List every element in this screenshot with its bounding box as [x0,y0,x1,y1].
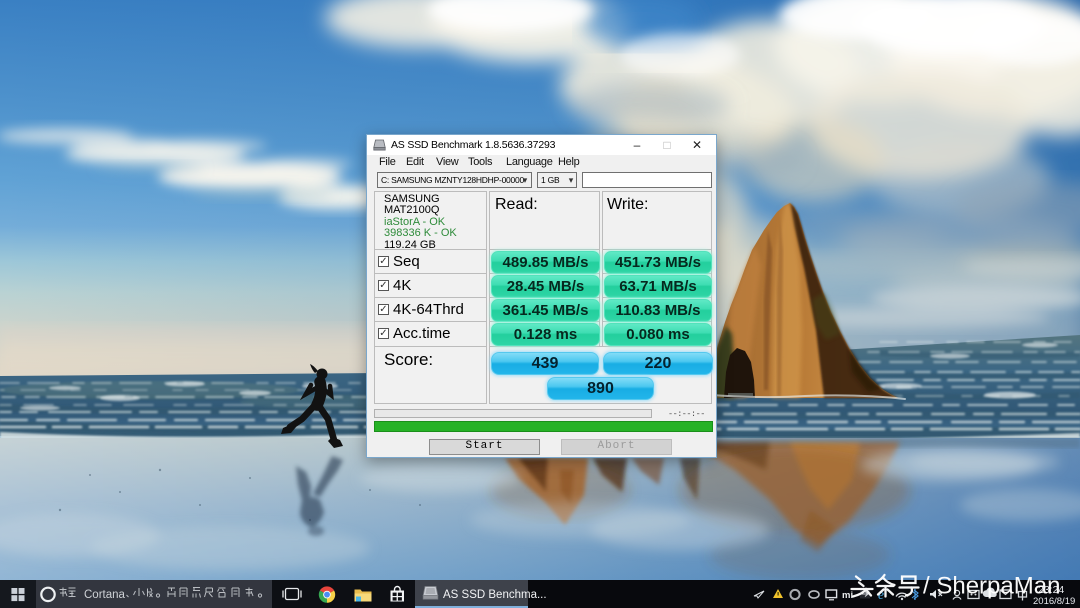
svg-text:Cortana: Cortana [84,589,126,601]
svg-text:/ SherpaMan: / SherpaMan [923,573,1060,600]
svg-text:AS SSD Benchma...: AS SSD Benchma... [443,589,547,601]
